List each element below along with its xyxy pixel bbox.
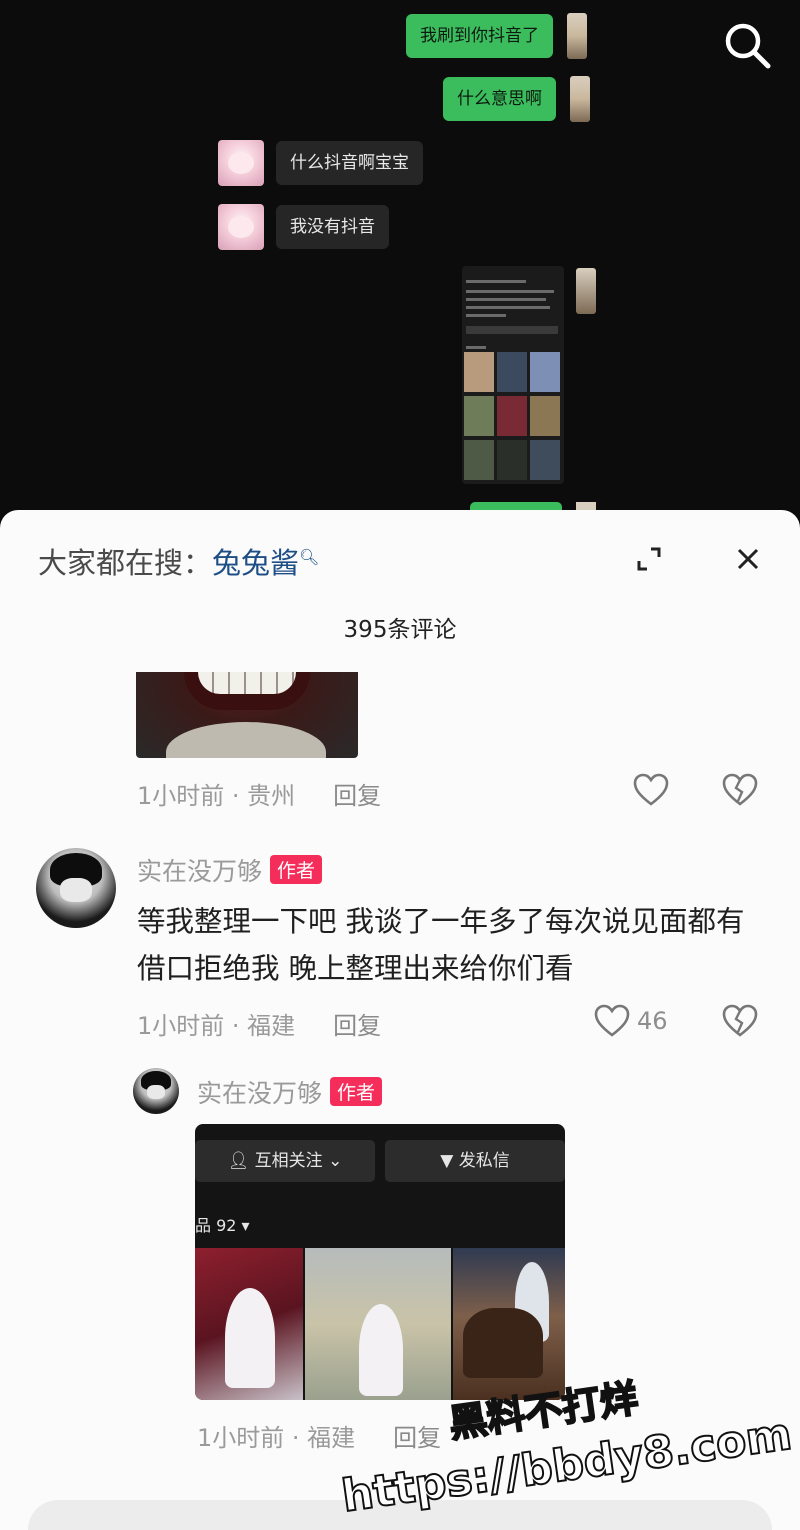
comment-time-location: 1小时前 · 福建 bbox=[137, 1012, 296, 1040]
chat-message-left: 我没有抖音 bbox=[218, 204, 389, 250]
comment-sheet: 大家都在搜：兔兔酱🔍︎ 395条评论 1小时前 · 贵州 回复 实在没万够 作者 等… bbox=[0, 510, 800, 1530]
avatar bbox=[218, 204, 264, 250]
close-icon[interactable] bbox=[733, 544, 763, 574]
comment-count: 395条评论 bbox=[343, 617, 457, 643]
works-count: 品 92 ▾ bbox=[195, 1216, 250, 1235]
comment-image[interactable]: 👤︎ 互相关注 ⌄ ▼ 发私信 品 92 ▾ bbox=[195, 1124, 565, 1400]
comment-meta: 1小时前 · 贵州 回复 bbox=[137, 776, 381, 811]
mutual-follow-button: 👤︎ 互相关注 ⌄ bbox=[195, 1140, 375, 1182]
like-count: 46 bbox=[637, 1007, 668, 1035]
comment-time-location: 1小时前 · 福建 bbox=[197, 1424, 356, 1452]
author-badge: 作者 bbox=[270, 855, 323, 884]
heart-icon[interactable] bbox=[594, 1004, 630, 1038]
heart-icon[interactable] bbox=[633, 773, 669, 807]
comment-username[interactable]: 实在没万够 作者 bbox=[137, 852, 323, 888]
author-badge: 作者 bbox=[330, 1077, 383, 1106]
chat-bubble: 我刷到你抖音了 bbox=[406, 14, 553, 58]
comment-meta: 1小时前 · 福建 回复 bbox=[197, 1418, 441, 1453]
reply-button[interactable]: 回复 bbox=[333, 1012, 381, 1040]
chat-message-left: 什么抖音啊宝宝 bbox=[218, 140, 423, 186]
avatar[interactable] bbox=[36, 848, 116, 928]
chevron-down-icon: ⌄ bbox=[328, 1151, 343, 1171]
expand-icon[interactable] bbox=[634, 544, 664, 574]
hot-search-label: 大家都在搜： bbox=[38, 546, 213, 580]
comment-time-location: 1小时前 · 贵州 bbox=[137, 782, 296, 810]
chat-bubble: 什么意思啊 bbox=[443, 77, 556, 121]
video-thumbnail bbox=[453, 1248, 565, 1400]
broken-heart-icon[interactable] bbox=[722, 773, 758, 807]
avatar bbox=[570, 76, 590, 122]
avatar[interactable] bbox=[133, 1068, 179, 1114]
reply-button[interactable]: 回复 bbox=[333, 782, 381, 810]
send-message-button: ▼ 发私信 bbox=[385, 1140, 565, 1182]
avatar bbox=[576, 268, 596, 314]
user-check-icon: 👤︎ bbox=[227, 1151, 250, 1171]
chat-image-screenshot bbox=[462, 266, 564, 484]
chat-bubble: 什么抖音啊宝宝 bbox=[276, 141, 423, 185]
reply-button[interactable]: 回复 bbox=[393, 1424, 441, 1452]
video-thumbnail bbox=[305, 1248, 451, 1400]
chat-bubble: 我没有抖音 bbox=[276, 205, 389, 249]
comment-text: 等我整理一下吧 我谈了一年多了每次说见面都有借口拒绝我 晚上整理出来给你们看 bbox=[137, 905, 745, 985]
comment-image[interactable] bbox=[136, 672, 358, 758]
video-background: 我刷到你抖音了 什么意思啊 什么抖音啊宝宝 我没有抖音 bbox=[0, 0, 800, 520]
video-thumbnail bbox=[195, 1248, 303, 1400]
caret-down-icon: ▾ bbox=[241, 1216, 250, 1235]
search-icon: 🔍︎ bbox=[299, 547, 320, 567]
hot-search-term[interactable]: 兔兔酱 bbox=[212, 546, 299, 580]
send-icon: ▼ bbox=[440, 1151, 454, 1171]
chat-message-right: 什么意思啊 bbox=[443, 76, 590, 122]
broken-heart-icon[interactable] bbox=[722, 1004, 758, 1038]
avatar bbox=[567, 13, 587, 59]
comment-username[interactable]: 实在没万够 作者 bbox=[197, 1074, 383, 1110]
chat-message-right: 我刷到你抖音了 bbox=[406, 13, 587, 59]
search-icon[interactable] bbox=[722, 20, 772, 70]
hot-search-bar[interactable]: 大家都在搜：兔兔酱🔍︎ bbox=[38, 540, 319, 582]
avatar bbox=[218, 140, 264, 186]
comment-meta: 1小时前 · 福建 回复 bbox=[137, 1006, 381, 1041]
